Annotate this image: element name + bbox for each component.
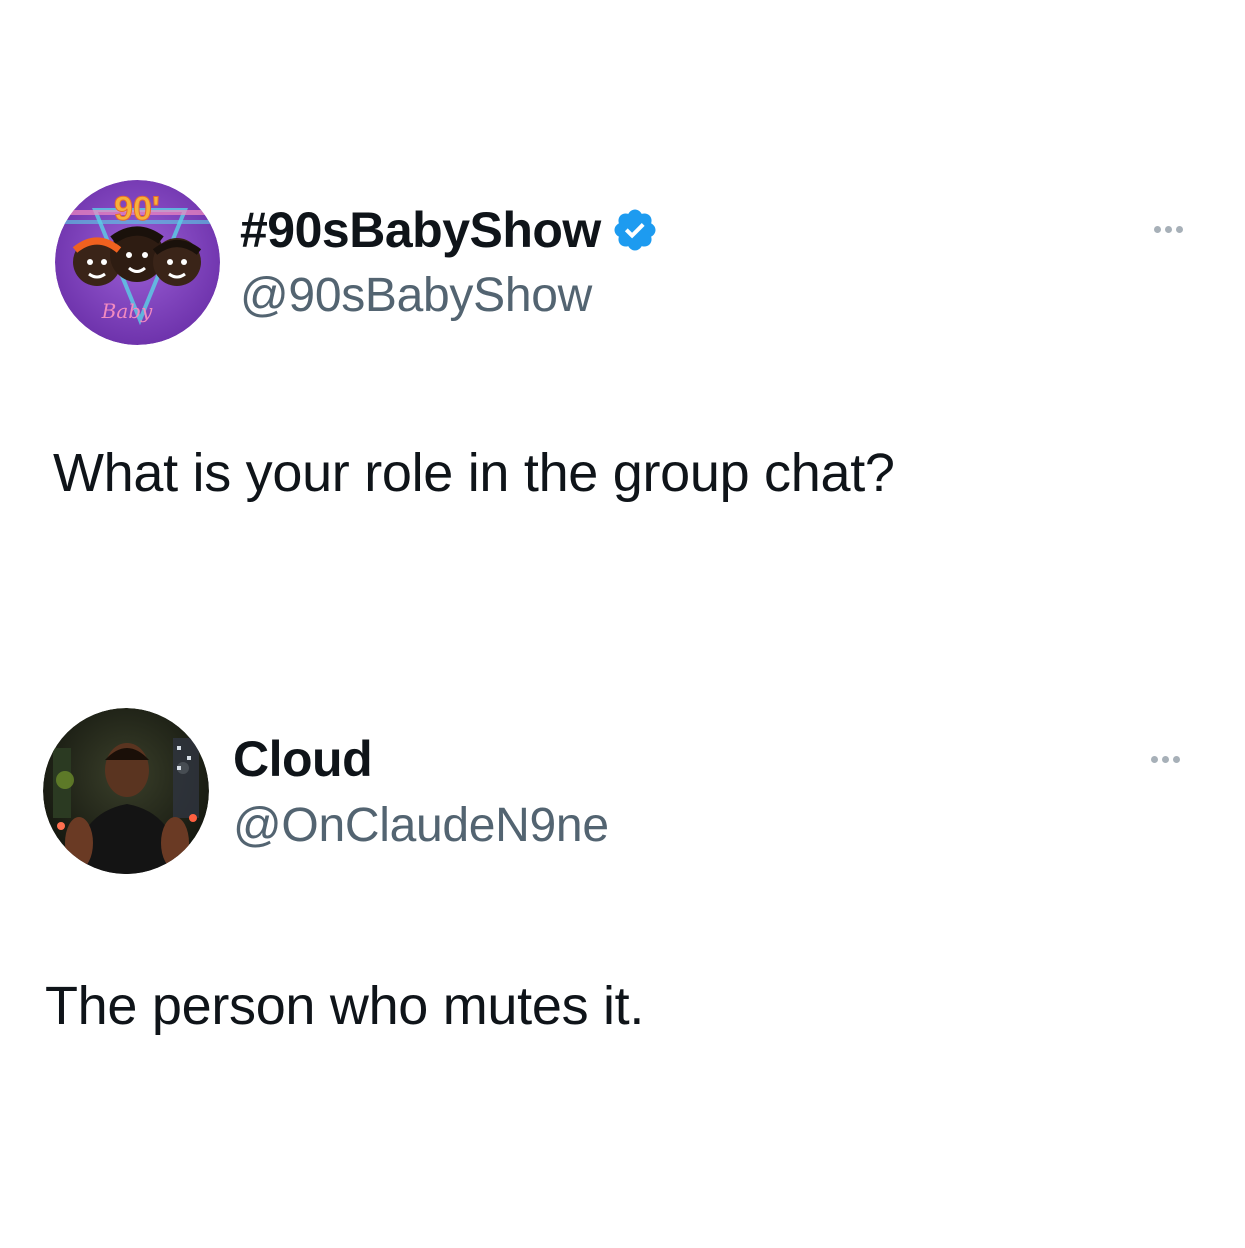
more-dot bbox=[1150, 755, 1158, 763]
display-name[interactable]: Cloud bbox=[233, 731, 373, 787]
profile-photo-icon bbox=[43, 708, 209, 874]
more-dot bbox=[1164, 225, 1172, 233]
avatar-logo-text: 90' bbox=[114, 190, 160, 228]
verified-badge-icon bbox=[611, 206, 659, 254]
author-name-row: #90sBabyShow bbox=[240, 202, 659, 258]
tweet-original: 90' Baby #90sBabyShow @90sBabyShow What … bbox=[0, 0, 1245, 560]
avatar[interactable]: 90' Baby bbox=[55, 180, 220, 345]
tweet-text: What is your role in the group chat? bbox=[53, 443, 895, 503]
more-dot bbox=[1175, 225, 1183, 233]
author-name-row: Cloud bbox=[233, 731, 373, 787]
author-handle[interactable]: @90sBabyShow bbox=[240, 268, 592, 324]
more-dot bbox=[1172, 755, 1180, 763]
tweet-text: The person who mutes it. bbox=[45, 976, 645, 1036]
avatar-logo-script: Baby bbox=[101, 299, 153, 323]
author-handle[interactable]: @OnClaudeN9ne bbox=[233, 798, 609, 854]
more-dot bbox=[1161, 755, 1169, 763]
more-options-button[interactable] bbox=[1135, 744, 1195, 774]
more-dot bbox=[1153, 225, 1161, 233]
display-name[interactable]: #90sBabyShow bbox=[240, 202, 601, 258]
avatar[interactable] bbox=[43, 708, 209, 874]
more-options-button[interactable] bbox=[1138, 214, 1198, 244]
90s-baby-show-logo-icon: 90' Baby bbox=[55, 180, 220, 345]
